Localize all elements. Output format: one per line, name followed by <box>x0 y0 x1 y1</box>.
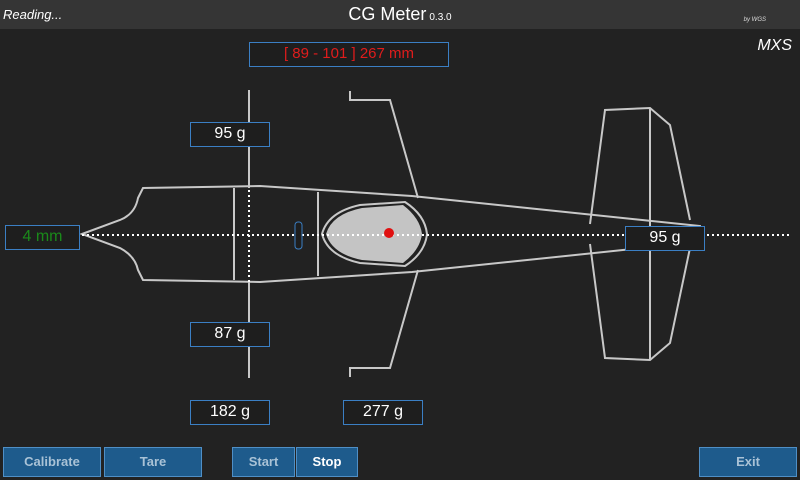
cg-marker <box>384 228 394 238</box>
tail-weight: 95 g <box>625 226 705 251</box>
landing-strut-top <box>349 91 419 199</box>
cg-range-readout: [ 89 - 101 ] 267 mm <box>249 42 449 67</box>
stabilizer-top <box>589 106 691 225</box>
cg-range-indicator <box>294 221 303 250</box>
right-wing-weight: 87 g <box>190 322 270 347</box>
calibrate-button[interactable]: Calibrate <box>3 447 101 477</box>
tare-button[interactable]: Tare <box>104 447 202 477</box>
stop-button[interactable]: Stop <box>296 447 358 477</box>
main-gear-total: 182 g <box>190 400 270 425</box>
exit-button[interactable]: Exit <box>699 447 797 477</box>
landing-strut-bottom <box>349 269 419 377</box>
total-weight: 277 g <box>343 400 423 425</box>
stabilizer-bottom <box>589 243 691 362</box>
start-button[interactable]: Start <box>232 447 295 477</box>
lateral-offset-readout: 4 mm <box>5 225 80 250</box>
left-wing-weight: 95 g <box>190 122 270 147</box>
